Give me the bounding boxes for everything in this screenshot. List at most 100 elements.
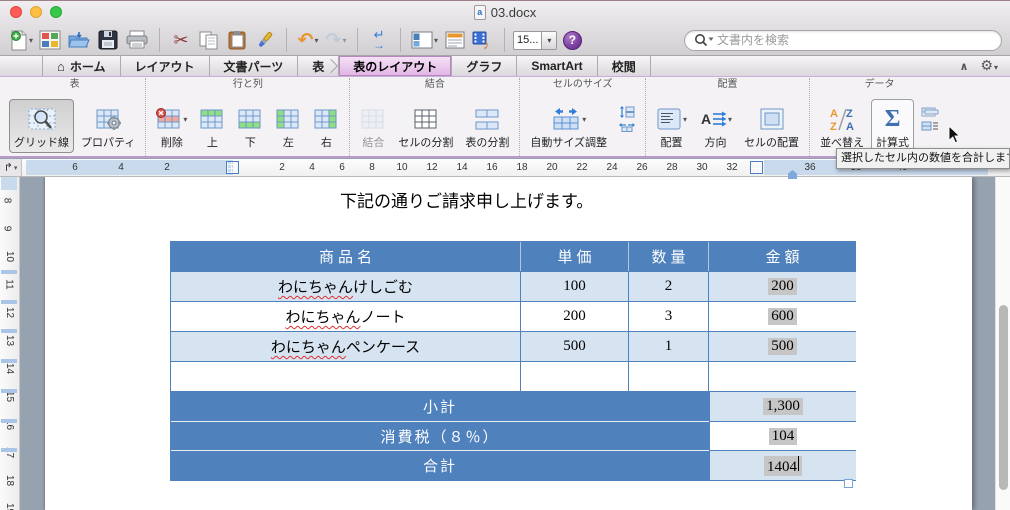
intro-text[interactable]: 下記の通りご請求申し上げます。 (340, 187, 593, 212)
new-document-button[interactable]: ▾ (8, 25, 35, 55)
table-cell-qty[interactable]: 1 (629, 331, 709, 361)
tab-ホーム[interactable]: ⌂ ホーム (42, 56, 121, 76)
ribbon-button-セルの分割[interactable]: セルの分割 (393, 99, 458, 153)
collapse-ribbon-icon[interactable]: ∧ (959, 60, 968, 73)
vertical-scrollbar[interactable] (995, 177, 1010, 510)
ribbon-button-上[interactable]: 上 (194, 99, 230, 153)
table-cell-price[interactable] (521, 361, 629, 391)
formatting-marks-icon: ↵ → (373, 27, 386, 52)
tab-校閲[interactable]: 校閲 (598, 56, 651, 76)
ribbon-button-表の分割[interactable]: 表の分割 (460, 99, 514, 153)
ribbon-button-自動サイズ調整[interactable]: ▾ 自動サイズ調整 (525, 99, 612, 153)
amount-cell[interactable]: 500 (709, 331, 856, 361)
amount-cell[interactable] (709, 361, 856, 391)
table-cell-qty[interactable] (629, 361, 709, 391)
merge-cells-icon (360, 102, 386, 136)
ribbon-button-下[interactable]: 下 (232, 99, 268, 153)
table-cell-price[interactable]: 500 (521, 331, 629, 361)
table-header-cell[interactable]: 商品名 (171, 242, 521, 271)
ruler-number: 6 (72, 162, 78, 173)
ribbon-button-右[interactable]: 右 (308, 99, 344, 153)
tab-label: グラフ (466, 59, 503, 74)
print-button[interactable] (123, 25, 151, 55)
formula-field-value: 600 (768, 308, 797, 325)
product-name-cell[interactable] (171, 361, 521, 391)
tab-グラフ[interactable]: グラフ (452, 56, 518, 76)
table-row-marker[interactable] (1, 300, 17, 304)
table-row-marker[interactable] (1, 419, 17, 423)
table-header-cell[interactable]: 数量 (629, 242, 709, 271)
summary-label-cell[interactable]: 消費税（８％） (171, 421, 709, 450)
ribbon-button-結合[interactable]: 結合 (355, 99, 391, 153)
tab-レイアウト[interactable]: レイアウト (121, 56, 210, 76)
amount-cell[interactable]: 200 (709, 271, 856, 301)
tab-表のレイアウト[interactable]: 表のレイアウト (339, 56, 453, 76)
summary-label-cell[interactable]: 合計 (171, 450, 709, 480)
document-elements-button[interactable] (442, 25, 468, 55)
chevron-down-icon[interactable]: ▾ (541, 31, 557, 49)
undo-button[interactable]: ↶ ▾ (295, 25, 321, 55)
save-button[interactable] (95, 25, 121, 55)
summary-value-cell[interactable]: 1,300 (709, 391, 856, 421)
table-cell-qty[interactable]: 2 (629, 271, 709, 301)
search-input[interactable] (717, 33, 993, 47)
document-icon: a (473, 5, 486, 20)
product-name-cell[interactable]: わにちゃん ノート (171, 301, 521, 331)
formatting-marks-button[interactable]: ↵ → (366, 25, 392, 55)
ribbon-button-data-stack[interactable] (916, 99, 944, 153)
ribbon-button-配置[interactable]: ▾ 配置 (651, 99, 692, 153)
table-column-marker[interactable] (226, 161, 239, 174)
table-cell-qty[interactable]: 3 (629, 301, 709, 331)
help-button[interactable]: ? (559, 25, 585, 55)
ribbon-button-方向[interactable]: A ▾ 方向 (694, 99, 737, 153)
ribbon-settings-button[interactable]: ⚙▾ (980, 57, 998, 75)
open-button[interactable] (65, 25, 93, 55)
table-header-cell[interactable]: 金額 (709, 242, 856, 271)
amount-cell[interactable]: 600 (709, 301, 856, 331)
paste-button[interactable] (224, 25, 250, 55)
ribbon-button-左[interactable]: 左 (270, 99, 306, 153)
table-column-marker[interactable] (750, 161, 763, 174)
ribbon-button-distribute-stack[interactable] (614, 99, 640, 153)
media-browser-button[interactable]: ♪ (470, 25, 496, 55)
tab-SmartArt[interactable]: SmartArt (517, 56, 598, 76)
ribbon-button-計算式[interactable]: Σ 計算式 (871, 99, 915, 153)
sidebar-view-button[interactable]: ▾ (409, 25, 440, 55)
cut-button[interactable]: ✂ (168, 25, 194, 55)
chevron-down-icon: ▾ (728, 114, 733, 124)
show-gallery-button[interactable] (37, 25, 63, 55)
table-resize-handle[interactable] (844, 479, 853, 488)
ribbon-button-削除[interactable]: ▾ 削除 (151, 99, 192, 153)
format-painter-button[interactable] (252, 25, 278, 55)
table-row-marker[interactable] (1, 389, 17, 393)
table-row-marker[interactable] (1, 270, 17, 274)
ribbon-button-グリッド線[interactable]: グリッド線 (9, 99, 74, 153)
product-name-cell[interactable]: わにちゃん けしごむ (171, 271, 521, 301)
ribbon-button-並べ替え[interactable]: A Z Z A 並べ替え (815, 99, 869, 153)
redo-button[interactable]: ↷ ▾ (323, 25, 349, 55)
tab-stop-selector[interactable]: ↱ ▾ (0, 159, 22, 176)
ribbon-group-title: 配置 (717, 79, 738, 90)
spellcheck-flagged-text: わにちゃん (270, 340, 346, 356)
chevron-down-icon: ▾ (683, 114, 688, 124)
table-header-cell[interactable]: 単価 (521, 242, 629, 271)
product-name-cell[interactable]: わにちゃん ペンケース (171, 331, 521, 361)
zoom-level-select[interactable]: 15... ▾ (513, 30, 558, 50)
tab-文書パーツ[interactable]: 文書パーツ (210, 56, 299, 76)
ribbon-button-セルの配置[interactable]: セルの配置 (739, 99, 804, 153)
ribbon-button-プロパティ[interactable]: プロパティ (76, 99, 140, 153)
copy-button[interactable] (196, 25, 222, 55)
ruler-number: 36 (804, 162, 816, 173)
tab-表[interactable]: 表 (298, 56, 340, 76)
table-cell-price[interactable]: 200 (521, 301, 629, 331)
summary-value-cell[interactable]: 104 (709, 421, 856, 450)
summary-label-cell[interactable]: 小計 (171, 391, 709, 421)
table-row-marker[interactable] (1, 448, 17, 452)
table-cell-price[interactable]: 100 (521, 271, 629, 301)
summary-value-cell[interactable]: 1404 (709, 450, 856, 480)
document-page[interactable]: 下記の通りご請求申し上げます。 商品名 単価 数量 金額わにちゃん けしごむ 100 2 20… (45, 177, 972, 510)
table-row-marker[interactable] (1, 359, 17, 363)
search-field[interactable] (684, 29, 1002, 51)
scrollbar-thumb[interactable] (999, 305, 1008, 490)
table-row-marker[interactable] (1, 329, 17, 333)
